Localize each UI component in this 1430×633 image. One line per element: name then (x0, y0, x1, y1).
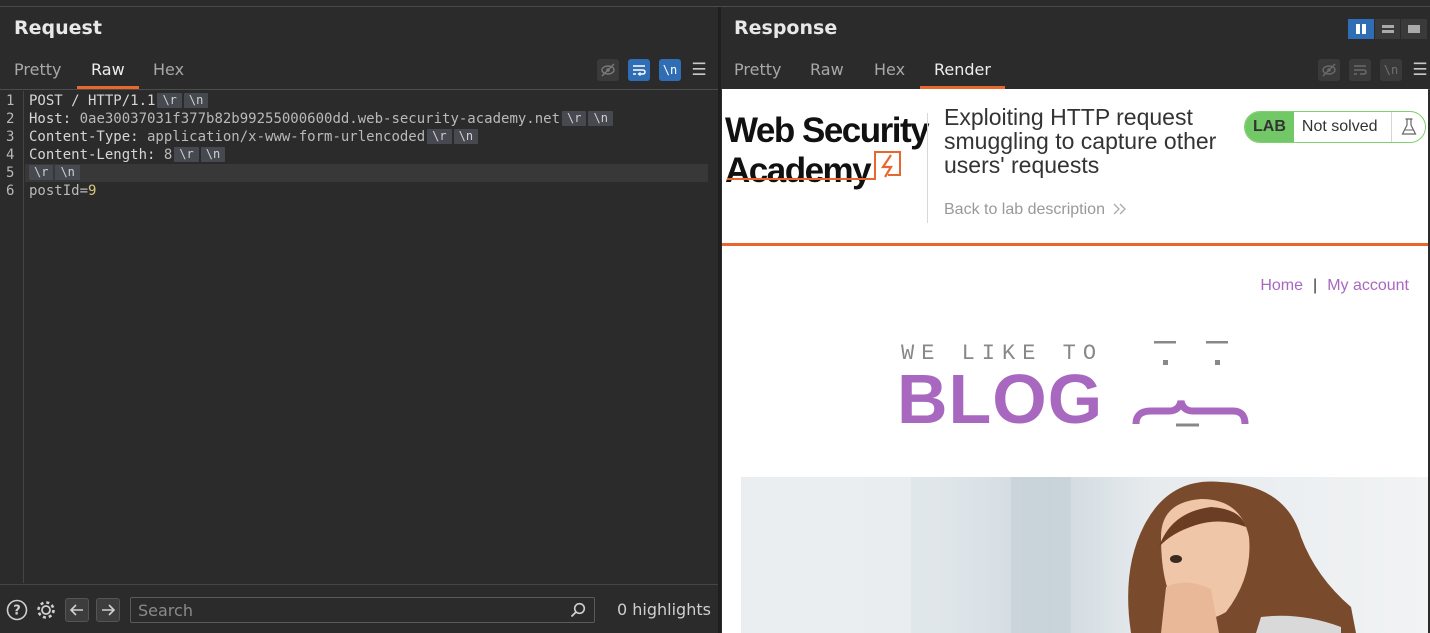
header-line-content-type: Content-Type: application/x-www-form-url… (29, 128, 479, 146)
lf-marker: \n (55, 165, 80, 180)
show-newlines-button[interactable]: \n (1380, 59, 1402, 81)
tab-raw-label: Raw (91, 60, 125, 79)
lf-marker: \n (200, 147, 226, 162)
lf-marker: \n (588, 111, 613, 126)
show-newlines-button[interactable]: \n (659, 59, 681, 81)
layout-toggle-group (1348, 19, 1428, 39)
menu-icon[interactable]: ☰ (1409, 59, 1430, 81)
hide-nonprintable-icon[interactable] (1318, 59, 1340, 81)
tabs-divider (0, 89, 718, 90)
double-chevron-icon (1113, 203, 1127, 215)
site-nav: Home | My account (1260, 277, 1409, 295)
blog-face-icon (1132, 341, 1249, 427)
hide-nonprintable-icon[interactable] (597, 59, 619, 81)
tab-hex[interactable]: Hex (874, 55, 905, 89)
flask-icon (1391, 112, 1425, 142)
lf-marker: \n (453, 129, 479, 144)
tab-render-label: Render (934, 60, 991, 79)
window-top-strip (0, 0, 1430, 7)
blog-wordmark: BLOG (897, 360, 1104, 438)
menu-icon[interactable]: ☰ (688, 59, 710, 81)
nav-separator: | (1313, 277, 1318, 294)
param-value: 9 (88, 183, 97, 199)
rendered-page: Web Security Academy Exploiting HTTP req… (722, 89, 1428, 633)
back-link-label: Back to lab description (944, 201, 1105, 218)
param-name: postId= (29, 183, 89, 199)
body-line: postId=9 (29, 182, 96, 200)
web-security-academy-logo[interactable]: Web Security Academy (725, 111, 930, 191)
header-separator (927, 113, 928, 223)
lab-status-badge: LAB Not solved (1244, 111, 1427, 143)
search-icon (570, 602, 586, 622)
highlights-count: 0 highlights (617, 600, 711, 619)
tab-render[interactable]: Render (920, 55, 1005, 89)
lab-status: Not solved (1301, 118, 1378, 135)
next-arrow-icon[interactable] (96, 598, 120, 622)
header-line-host: Host: 0ae30037031f377b82b99255000600dd.w… (29, 110, 613, 128)
word-wrap-icon[interactable] (628, 59, 650, 81)
logo-line-1: Web Security (725, 111, 930, 150)
tab-pretty[interactable]: Pretty (14, 55, 61, 89)
hero-photo (741, 477, 1356, 633)
previous-arrow-icon[interactable] (65, 598, 89, 622)
line-number: 1 (6, 93, 15, 109)
line-number: 6 (6, 183, 15, 199)
request-editor[interactable]: 1 2 3 4 5 6 POST / HTTP/1.1 \r \n Host: 0a… (0, 91, 718, 583)
header-value: application/x-www-form-urlencoded (138, 129, 426, 145)
cr-marker: \r (562, 111, 587, 126)
line-number: 4 (6, 147, 15, 163)
side-by-side-layout-icon[interactable] (1348, 19, 1374, 39)
header-value: 0ae30037031f377b82b99255000600dd.web-sec… (71, 111, 561, 127)
line-number: 3 (6, 129, 15, 145)
request-title: Request (14, 17, 102, 39)
response-pane: Response Pretty Raw Hex Render \n ☰ Web … (721, 7, 1430, 633)
settings-gear-icon[interactable] (34, 598, 58, 622)
logo-lightning-icon (727, 151, 901, 180)
blog-hero-image (741, 477, 1428, 633)
svg-text:?: ? (13, 604, 21, 619)
lab-title: Exploiting HTTP request smuggling to cap… (944, 104, 1217, 178)
line-number: 2 (6, 111, 15, 127)
lf-marker: \n (183, 93, 209, 108)
single-pane-layout-icon[interactable] (1401, 19, 1428, 39)
tab-pretty[interactable]: Pretty (734, 55, 781, 89)
tab-raw[interactable]: Raw (77, 55, 139, 89)
back-to-lab-link[interactable]: Back to lab description (944, 201, 1127, 219)
header-name: Host: (29, 111, 72, 127)
stacked-layout-icon[interactable] (1374, 19, 1401, 39)
blank-line: \r \n (29, 164, 80, 182)
request-footer: ? 0 highlights (0, 584, 718, 633)
request-line: POST / HTTP/1.1 \r \n (29, 92, 209, 110)
request-pane: Request Pretty Raw Hex \n ☰ 1 2 3 4 5 6 … (0, 7, 718, 633)
nav-home-link[interactable]: Home (1260, 277, 1303, 294)
tab-hex[interactable]: Hex (153, 55, 184, 89)
cr-marker: \r (29, 165, 54, 180)
header-orange-rule (722, 243, 1428, 246)
search-input[interactable] (130, 597, 595, 623)
nav-my-account-link[interactable]: My account (1327, 277, 1409, 294)
lab-label: LAB (1245, 112, 1294, 142)
line-number: 5 (6, 165, 15, 181)
response-title: Response (734, 17, 838, 39)
cr-marker: \r (157, 93, 182, 108)
word-wrap-icon[interactable] (1349, 59, 1371, 81)
help-icon[interactable]: ? (5, 598, 29, 622)
header-line-content-length: Content-Length: 8 \r \n (29, 146, 226, 164)
current-line-highlight (25, 164, 708, 182)
header-name: Content-Type: (29, 129, 139, 145)
header-value: 8 (155, 147, 173, 163)
cr-marker: \r (174, 147, 199, 162)
tab-raw[interactable]: Raw (810, 55, 844, 89)
header-name: Content-Length: (29, 147, 156, 163)
request-method-line: POST / HTTP/1.1 (29, 93, 156, 109)
cr-marker: \r (427, 129, 452, 144)
